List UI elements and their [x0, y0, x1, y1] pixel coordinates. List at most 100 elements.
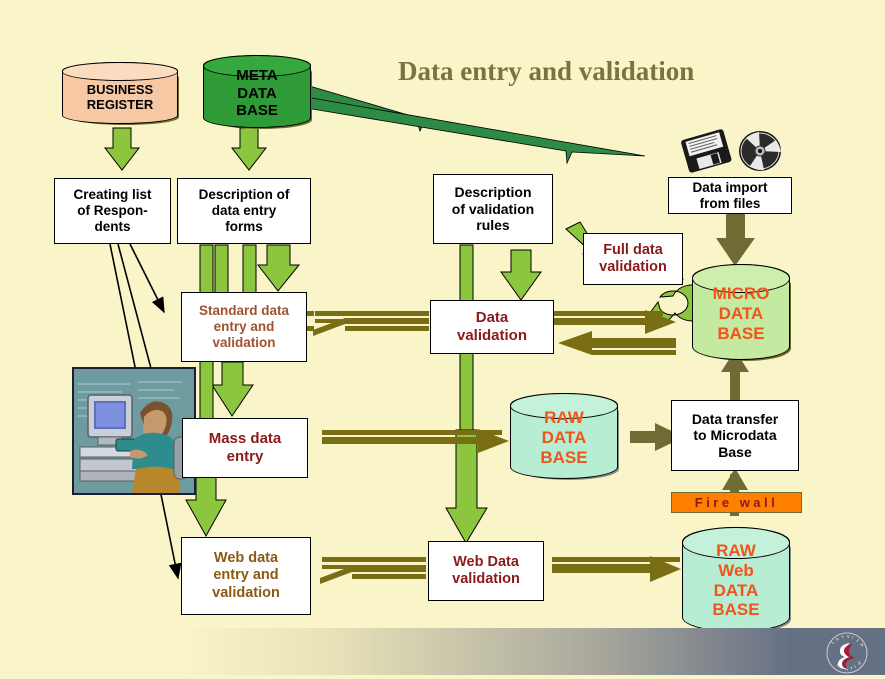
svg-text:I: I [852, 635, 854, 640]
box-description-of-data-entry-forms[interactable]: Description of data entry forms [177, 178, 311, 244]
svg-text:A: A [835, 636, 840, 642]
arrow-validation-to-webvalidation [445, 429, 488, 544]
db-line: META [236, 67, 278, 85]
footer-band [0, 628, 885, 675]
arrow-import-to-micro [716, 213, 755, 266]
box-line: Description [454, 184, 532, 201]
box-line: to Microdata [693, 427, 777, 444]
bar-forms-to-standard-1 [214, 244, 229, 294]
db-line: DATA [541, 428, 587, 448]
box-line: validation [599, 259, 667, 275]
db-line: DATA [718, 304, 764, 324]
arrow-rules-to-validation [500, 249, 542, 301]
business-register-label: BUSINESS REGISTER [62, 62, 178, 124]
svg-text:T: T [850, 666, 853, 671]
box-line: validation [212, 584, 280, 601]
box-mass-data-entry[interactable]: Mass data entry [182, 418, 308, 478]
bar-rules-through-validation [459, 244, 474, 501]
box-line: entry and [213, 567, 279, 584]
db-line: RAW [716, 541, 756, 561]
box-line: validation [452, 571, 520, 587]
arrow-validation-to-standard [313, 311, 429, 336]
meta-data-base-label: META DATA BASE [203, 55, 311, 128]
diagram-canvas: .g{fill:#8CC63E;stroke:#000;stroke-width… [0, 0, 885, 675]
box-line: dents [94, 218, 131, 234]
arrow-micro-to-validation [558, 331, 676, 355]
floppy-disk-icon [681, 129, 732, 173]
box-line: rules [476, 217, 510, 234]
box-web-data-entry-and-validation[interactable]: Web data entry and validation [181, 537, 311, 615]
box-line: of Respon- [77, 203, 148, 219]
box-line: validation [456, 327, 527, 344]
db-line: REGISTER [86, 97, 154, 112]
db-line: BASE [712, 600, 760, 620]
person-at-computer-clipart [72, 367, 196, 495]
box-data-import-from-files[interactable]: Data import from files [668, 177, 792, 214]
media-icons-group [680, 128, 785, 173]
box-creating-list-of-respondents[interactable]: Creating list of Respon- dents [54, 178, 171, 244]
db-line: BASE [540, 447, 588, 467]
box-line: Creating list [73, 187, 152, 203]
svg-text:V: V [847, 634, 851, 639]
box-data-transfer-to-microdata-base[interactable]: Data transfer to Microdata Base [671, 400, 799, 471]
raw-data-base-label: RAW DATA BASE [510, 393, 618, 479]
svg-text:S: S [857, 660, 862, 666]
svg-text:L: L [830, 639, 836, 645]
svg-text:I: I [854, 664, 857, 669]
db-line: BASE [236, 102, 278, 120]
box-line: Mass data [208, 430, 282, 448]
micro-data-base-database[interactable]: MICRO DATA BASE [692, 264, 791, 361]
box-line: entry [226, 448, 264, 465]
business-register-database[interactable]: BUSINESS REGISTER [62, 62, 179, 125]
box-web-data-validation[interactable]: Web Data validation [428, 541, 544, 601]
db-line: RAW [544, 408, 584, 428]
box-line: Data transfer [691, 410, 779, 427]
box-line: from files [699, 195, 761, 211]
box-line: Full data [603, 241, 663, 258]
firewall-bar: Fire wall [671, 492, 802, 513]
svg-text:A: A [859, 642, 865, 648]
box-standard-data-entry-and-validation[interactable]: Standard data entry and validation [181, 292, 307, 362]
arrow-validation-to-micro [553, 310, 676, 334]
box-description-of-validation-rules[interactable]: Description of validation rules [433, 174, 553, 244]
box-line: validation [212, 334, 276, 350]
box-line: Web data [213, 550, 279, 567]
db-line: BUSINESS [86, 81, 154, 97]
box-line: forms [225, 218, 263, 234]
svg-text:T: T [841, 634, 846, 640]
box-line: Web Data [453, 553, 519, 570]
box-line: Data [475, 309, 509, 327]
meta-to-validation-arrow-2 [299, 96, 646, 165]
db-line: MICRO [712, 284, 770, 304]
box-full-data-validation[interactable]: Full data validation [583, 233, 683, 285]
raw-web-data-base-label: RAW Web DATA BASE [682, 527, 790, 632]
arrow-business-to-creating [103, 127, 141, 171]
svg-text:J: J [856, 637, 860, 642]
db-line: DATA [713, 580, 759, 600]
arrow-meta-to-description [230, 127, 268, 171]
box-line: Standard data [198, 303, 290, 319]
meta-to-validation-arrow-1 [299, 84, 426, 133]
db-line: DATA [237, 84, 277, 102]
db-line: Web [718, 560, 754, 580]
raw-data-base-database[interactable]: RAW DATA BASE [510, 393, 619, 480]
box-line: Description of [198, 187, 290, 203]
arrow-mass-to-rawdb [322, 429, 509, 453]
micro-data-base-label: MICRO DATA BASE [692, 264, 790, 360]
cd-disc-icon [739, 131, 781, 171]
box-line: Base [718, 443, 752, 460]
organization-logo: L A T V I J A S T A T I S [824, 632, 870, 674]
bar-forms-to-standard-2 [242, 244, 257, 294]
box-line: data entry [211, 203, 277, 219]
arrow-forms-to-standard [256, 244, 301, 292]
arrow-standard-to-mass [211, 361, 254, 417]
thin-arrow-to-standard [129, 243, 165, 314]
box-line: entry and [213, 319, 275, 335]
box-data-validation[interactable]: Data validation [430, 300, 554, 354]
db-line: BASE [717, 323, 765, 343]
arrow-webvalidation-to-rawweb [552, 556, 681, 582]
meta-data-base-database[interactable]: META DATA BASE [203, 55, 312, 129]
arrow-webvalidation-to-webentry [320, 557, 426, 584]
page-title: Data entry and validation [398, 56, 695, 86]
raw-web-data-base-database[interactable]: RAW Web DATA BASE [682, 527, 791, 633]
